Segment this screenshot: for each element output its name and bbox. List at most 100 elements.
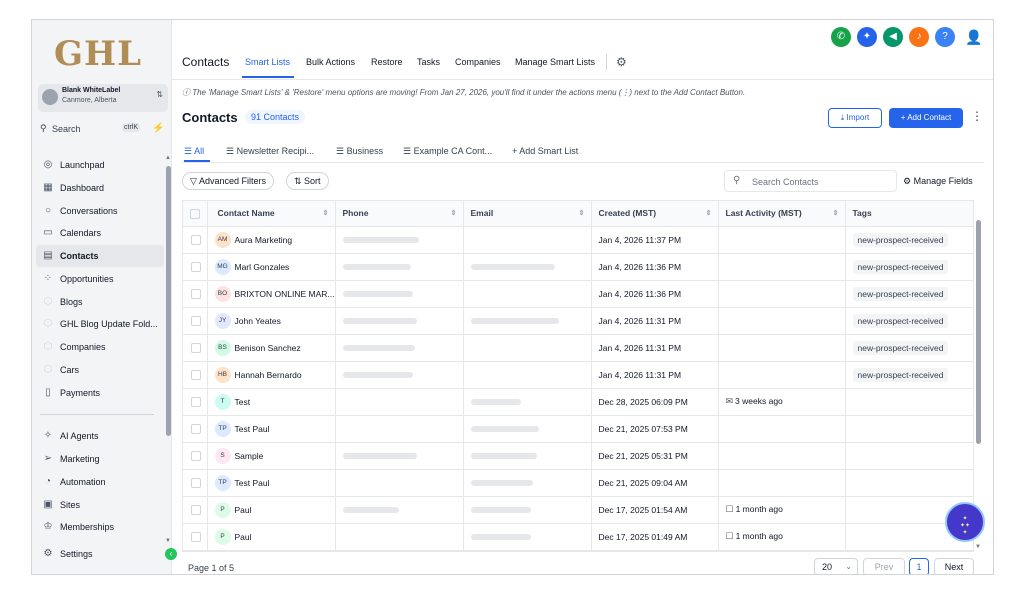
row-checkbox[interactable]: [191, 288, 201, 299]
row-select-cell[interactable]: [183, 361, 208, 389]
row-select-cell[interactable]: [183, 226, 208, 254]
row-select-cell[interactable]: [183, 334, 208, 362]
manage-fields-button[interactable]: ⚙ Manage Fields: [903, 176, 973, 187]
more-actions-icon[interactable]: ⋮: [971, 109, 983, 123]
row-checkbox[interactable]: [191, 531, 201, 542]
account-switcher[interactable]: Blank WhiteLabel Canmore, Alberta ⇅: [38, 84, 168, 112]
table-row[interactable]: BO BRIXTON ONLINE MAR... Jan 4, 2026 11:36…: [183, 280, 973, 308]
contact-name[interactable]: Test: [235, 397, 251, 407]
select-all-checkbox[interactable]: [190, 208, 200, 219]
sidebar-item-contacts[interactable]: ▤ Contacts: [36, 245, 164, 267]
smart-list-tab-example-ca-cont[interactable]: ☰ Example CA Cont...: [403, 146, 492, 157]
column-header-tags[interactable]: Tags: [845, 201, 973, 227]
contact-name-cell[interactable]: P Paul: [207, 523, 336, 551]
table-scrollbar[interactable]: [976, 220, 981, 444]
tag-badge[interactable]: new-prospect-received: [852, 232, 949, 247]
row-checkbox[interactable]: [191, 450, 201, 461]
quick-action-icon[interactable]: ⚡: [152, 123, 164, 134]
sidebar-item-marketing[interactable]: ➢ Marketing: [36, 448, 164, 470]
sidebar-item-ghl-blog-update-fold[interactable]: ⬡ GHL Blog Update Fold...: [36, 313, 164, 335]
row-select-cell[interactable]: [183, 415, 208, 443]
add-smart-list-button[interactable]: + Add Smart List: [512, 146, 578, 156]
table-scroll-down-icon[interactable]: ▼: [975, 544, 981, 550]
contact-name[interactable]: Sample: [235, 451, 264, 461]
row-checkbox[interactable]: [191, 315, 201, 326]
settings-gear-icon[interactable]: ⚙: [616, 55, 627, 69]
contact-name-cell[interactable]: TP Test Paul: [207, 469, 336, 497]
sidebar-item-conversations[interactable]: ○ Conversations: [36, 200, 164, 222]
contact-name-cell[interactable]: MG Marl Gonzales: [207, 253, 336, 281]
sidebar-item-payments[interactable]: ▯ Payments: [36, 382, 164, 404]
row-checkbox[interactable]: [191, 396, 201, 407]
row-select-cell[interactable]: [183, 523, 208, 551]
advanced-filters-button[interactable]: ▽ Advanced Filters: [182, 172, 274, 190]
row-select-cell[interactable]: [183, 307, 208, 335]
tab-smart-lists[interactable]: Smart Lists: [245, 57, 290, 67]
tag-badge[interactable]: new-prospect-received: [852, 367, 949, 382]
row-checkbox[interactable]: [191, 477, 201, 488]
table-row[interactable]: P Paul Dec 17, 2025 01:54 AM ☐ 1 month ago: [183, 496, 973, 524]
smart-list-tab-newsletter-recipi[interactable]: ☰ Newsletter Recipi...: [226, 146, 314, 157]
sidebar-item-settings[interactable]: ⚙ Settings: [36, 543, 164, 565]
contact-name-cell[interactable]: AM Aura Marketing: [207, 226, 336, 254]
tag-badge[interactable]: new-prospect-received: [852, 259, 949, 274]
row-select-cell[interactable]: [183, 280, 208, 308]
tab-restore[interactable]: Restore: [371, 57, 403, 67]
tag-badge[interactable]: new-prospect-received: [852, 313, 949, 328]
contact-name-cell[interactable]: TP Test Paul: [207, 415, 336, 443]
sidebar-item-cars[interactable]: ⬡ Cars: [36, 359, 164, 381]
column-header-contact-name[interactable]: Contact Name ⇕: [207, 201, 336, 227]
contact-name[interactable]: BRIXTON ONLINE MAR...: [235, 289, 335, 299]
sidebar-scrollbar[interactable]: [166, 154, 171, 437]
contact-name-cell[interactable]: P Paul: [207, 496, 336, 524]
row-checkbox[interactable]: [191, 369, 201, 380]
contact-name[interactable]: Test Paul: [235, 424, 270, 434]
sidebar-item-calendars[interactable]: ▭ Calendars: [36, 222, 164, 244]
search-contacts-input[interactable]: ⚲ Search Contacts: [724, 170, 897, 192]
sort-button[interactable]: ⇅ Sort: [286, 172, 329, 190]
user-avatar-icon[interactable]: 👤: [965, 28, 983, 46]
sort-toggle-icon[interactable]: ⇕: [706, 209, 712, 217]
row-checkbox[interactable]: [191, 504, 201, 515]
megaphone-icon[interactable]: ◀: [883, 27, 903, 47]
import-button[interactable]: ⤓ Import: [828, 108, 882, 128]
sparkle-icon[interactable]: ✦: [857, 27, 877, 47]
sidebar-item-automation[interactable]: ◔ Automation: [36, 471, 164, 493]
row-select-cell[interactable]: [183, 496, 208, 524]
tab-manage-smart-lists[interactable]: Manage Smart Lists: [515, 57, 595, 67]
table-row[interactable]: TP Test Paul Dec 21, 2025 09:04 AM: [183, 469, 973, 497]
tab-bulk-actions[interactable]: Bulk Actions: [306, 57, 355, 67]
sidebar-item-sites[interactable]: ▣ Sites: [36, 494, 164, 516]
add-contact-button[interactable]: + Add Contact: [889, 108, 963, 128]
contact-name-cell[interactable]: S Sample: [207, 442, 336, 470]
contact-name-cell[interactable]: JY John Yeates: [207, 307, 336, 335]
contact-name-cell[interactable]: HB Hannah Bernardo: [207, 361, 336, 389]
sidebar-item-companies[interactable]: ⬡ Companies: [36, 336, 164, 358]
sidebar-item-dashboard[interactable]: ▦ Dashboard: [36, 177, 164, 199]
row-checkbox[interactable]: [191, 342, 201, 353]
row-select-cell[interactable]: [183, 469, 208, 497]
tag-badge[interactable]: new-prospect-received: [852, 340, 949, 355]
bell-icon[interactable]: ♪: [909, 27, 929, 47]
phone-icon[interactable]: ✆: [831, 27, 851, 47]
row-select-cell[interactable]: [183, 253, 208, 281]
contact-name[interactable]: Paul: [235, 505, 252, 515]
sidebar-item-ai-agents[interactable]: ✧ AI Agents: [36, 425, 164, 447]
column-header-last-activity-mst[interactable]: Last Activity (MST) ⇕: [718, 201, 846, 227]
table-row[interactable]: T Test Dec 28, 2025 06:09 PM ✉ 3 weeks ago: [183, 388, 973, 416]
smart-list-tab-all[interactable]: ☰ All: [184, 146, 204, 157]
row-checkbox[interactable]: [191, 234, 201, 245]
select-all-cell[interactable]: [183, 201, 208, 227]
prev-page-button[interactable]: Prev: [863, 558, 905, 574]
sort-toggle-icon[interactable]: ⇕: [323, 209, 329, 217]
contact-name[interactable]: Test Paul: [235, 478, 270, 488]
contact-name[interactable]: Hannah Bernardo: [235, 370, 302, 380]
sidebar-item-memberships[interactable]: ♔ Memberships: [36, 516, 164, 538]
floating-help-badge[interactable]: ✦ ✦✦ ✦: [945, 502, 985, 542]
row-select-cell[interactable]: [183, 442, 208, 470]
contact-name[interactable]: Marl Gonzales: [235, 262, 290, 272]
tab-companies[interactable]: Companies: [455, 57, 501, 67]
table-row[interactable]: JY John Yeates Jan 4, 2026 11:31 PM new-pro…: [183, 307, 973, 335]
help-icon[interactable]: ?: [935, 27, 955, 47]
sidebar-item-launchpad[interactable]: ◎ Launchpad: [36, 154, 164, 176]
